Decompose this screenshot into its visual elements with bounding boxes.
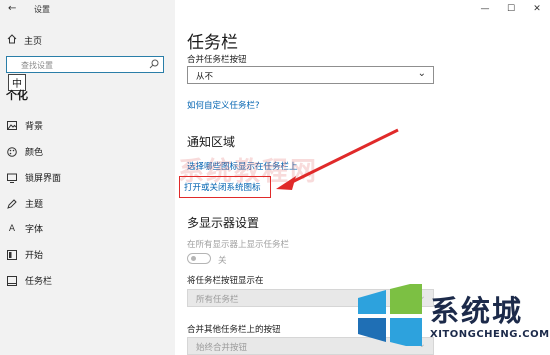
logo-text-en: XITONGCHENG.COM bbox=[430, 329, 550, 340]
logo-mark bbox=[358, 281, 422, 350]
logo-text-cn: 系统城 bbox=[430, 294, 524, 328]
site-logo: 系统城 XITONGCHENG.COM bbox=[352, 281, 549, 350]
